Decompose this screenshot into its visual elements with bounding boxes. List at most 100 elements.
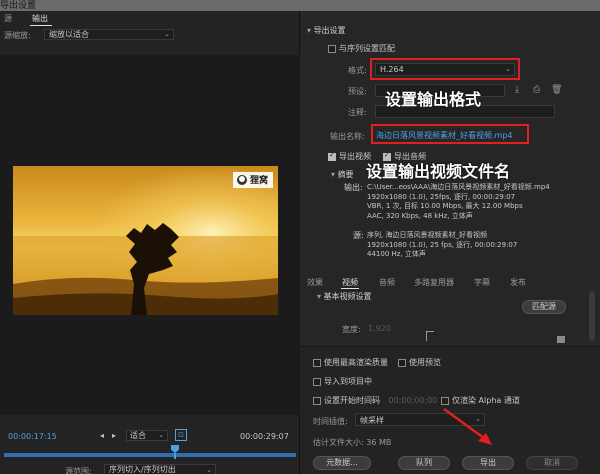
delete-preset-icon[interactable]: 🗑 (551, 85, 562, 95)
start-timecode-checkbox[interactable] (313, 396, 321, 405)
summary-source-line: 1920x1080 (1.0), 25 fps, 逐行, 00:00:29:07 (367, 240, 518, 249)
width-value[interactable]: 1,920 (368, 324, 391, 333)
match-sequence-row[interactable]: 与序列设置匹配 (328, 43, 395, 54)
watermark-text: 狸窝 (250, 176, 269, 186)
window-title: 导出设置 (0, 1, 37, 11)
format-label: 格式: (348, 66, 367, 75)
summary-output-line: 1920x1080 (1.0), 25fps, 逐行, 00:00:29:07 (367, 192, 516, 201)
source-scaling-label: 源缩放: (4, 31, 31, 40)
chevron-down-icon: ⌄ (505, 65, 511, 73)
render-alpha-checkbox[interactable] (441, 396, 449, 405)
save-preset-icon[interactable]: ⤓ (515, 85, 519, 95)
source-range-label: 源范围: (65, 467, 92, 474)
chevron-down-icon: ⌄ (206, 466, 212, 474)
tab-video[interactable]: 视频 (342, 277, 358, 288)
left-tabs: 源 输出 (0, 13, 300, 26)
tab-audio[interactable]: 音频 (379, 277, 395, 288)
import-project-checkbox[interactable] (313, 377, 321, 386)
preset-label: 预设: (348, 87, 367, 96)
cancel-button[interactable]: 取消 (526, 456, 578, 470)
aspect-link-bracket (426, 331, 434, 341)
summary-source-line: 44100 Hz, 立体声 (367, 250, 426, 258)
summary-output-line: AAC, 320 Kbps, 48 kHz, 立体声 (367, 211, 473, 220)
source-scaling-dropdown[interactable]: 缩放以适合 ⌄ (44, 29, 174, 40)
use-previews-checkbox[interactable] (398, 358, 406, 367)
start-timecode-label: 设置开始时间码 (324, 396, 380, 405)
start-timecode-value: 00;00;00;00 (388, 396, 438, 405)
current-timecode[interactable]: 00:00:17:15 (8, 432, 57, 441)
basic-video-title: 基本视频设置 (323, 292, 372, 301)
export-button[interactable]: 导出 (462, 456, 514, 470)
import-preset-icon[interactable]: ⎙ (533, 85, 540, 95)
time-interp-label: 时间插值: (313, 417, 348, 426)
timeline-track[interactable] (4, 453, 296, 457)
format-value: H.264 (380, 65, 404, 74)
constrain-checkbox[interactable] (557, 336, 565, 343)
output-name-label: 输出名称: (330, 132, 365, 141)
settings-tabs: 效果 视频 音频 多路复用器 字幕 发布 (301, 275, 600, 289)
max-render-label: 使用最高渲染质量 (324, 358, 388, 367)
use-previews-row[interactable]: 使用预览 (398, 357, 441, 368)
source-scaling-value: 缩放以适合 (49, 30, 89, 39)
collapse-icon: ▾ (331, 170, 336, 179)
chevron-down-icon: ⌄ (164, 30, 170, 38)
queue-button[interactable]: 队列 (398, 456, 450, 470)
summary-source-block: 序列, 海边日落风景视频素材_好看视频 1920x1080 (1.0), 25 … (367, 231, 517, 260)
playhead-line (174, 453, 176, 459)
max-render-row[interactable]: 使用最高渲染质量 (313, 357, 388, 368)
metadata-button[interactable]: 元数据... (313, 456, 371, 470)
summary-output-line: C:\User...eos\AAA\海边日落风景视频素材_好看视频.mp4 (367, 183, 550, 191)
window-titlebar: 导出设置 (0, 0, 600, 11)
mark-in-icon[interactable]: ◂ (100, 431, 104, 440)
basic-video-header[interactable]: ▾ 基本视频设置 (317, 291, 372, 302)
video-preview: 狸窝 (13, 166, 278, 315)
estimated-size: 估计文件大小: 36 MB (313, 438, 392, 447)
export-video-row[interactable]: 导出视频 (328, 151, 371, 162)
export-settings-title: 导出设置 (313, 26, 346, 35)
format-dropdown[interactable]: H.264 ⌄ (375, 63, 515, 76)
red-arrow-icon (443, 407, 492, 445)
fit-value: 适合 (130, 431, 146, 440)
tab-multiplexer[interactable]: 多路复用器 (414, 277, 454, 288)
import-project-label: 导入到项目中 (324, 377, 372, 386)
summary-title: 摘要 (337, 170, 354, 179)
end-timecode: 00:00:29:07 (240, 432, 289, 441)
source-range-value: 序列切入/序列切出 (109, 465, 176, 474)
tab-source[interactable]: 源 (4, 13, 12, 24)
use-previews-label: 使用预览 (409, 358, 441, 367)
filename-annotation: 设置输出视频文件名 (366, 162, 511, 181)
tab-publish[interactable]: 发布 (510, 277, 526, 288)
collapse-icon: ▾ (307, 26, 312, 35)
tab-output-indicator (30, 25, 52, 26)
summary-source-line: 序列, 海边日落风景视频素材_好看视频 (367, 231, 487, 239)
fit-dropdown[interactable]: 适合 ⌄ (126, 430, 168, 441)
tab-captions[interactable]: 字幕 (474, 277, 490, 288)
export-settings-header[interactable]: ▾ 导出设置 (307, 25, 346, 36)
chevron-down-icon: ⌄ (158, 431, 164, 439)
mark-out-icon[interactable]: ▸ (112, 431, 116, 440)
source-range-row: 源范围: 序列切入/序列切出 ⌄ (0, 464, 300, 474)
max-render-checkbox[interactable] (313, 358, 321, 367)
tab-output[interactable]: 输出 (32, 13, 48, 24)
source-scaling-row: 源缩放: 缩放以适合 ⌄ (4, 29, 174, 42)
output-name-link[interactable]: 海边日落风景视频素材_好看视频.mp4 (376, 130, 513, 141)
match-sequence-checkbox[interactable] (328, 44, 336, 53)
import-project-row[interactable]: 导入到项目中 (313, 376, 372, 387)
aspect-correction-icon[interactable]: ⊡ (175, 429, 187, 441)
playback-controls: 00:00:17:15 ◂ ▸ 适合 ⌄ ⊡ 00:00:29:07 (0, 426, 300, 446)
match-source-button[interactable]: 匹配源 (522, 300, 566, 314)
collapse-icon: ▾ (317, 292, 322, 301)
summary-header[interactable]: ▾ 摘要 (331, 169, 354, 180)
source-range-dropdown[interactable]: 序列切入/序列切出 ⌄ (104, 464, 216, 474)
match-sequence-label: 与序列设置匹配 (339, 44, 395, 53)
settings-scrollbar[interactable] (589, 291, 595, 341)
start-timecode-row[interactable]: 设置开始时间码 00;00;00;00 (313, 395, 437, 406)
export-video-checkbox[interactable] (328, 151, 336, 161)
sunset-image (13, 166, 278, 315)
tab-effects[interactable]: 效果 (307, 277, 323, 288)
playhead-handle[interactable] (171, 445, 179, 453)
left-pane: 源 输出 源缩放: 缩放以适合 ⌄ 狸窝 00:00:17:15 ◂ ▸ 适合 … (0, 11, 300, 474)
summary-output-line: VBR, 1 次, 目标 10.00 Mbps, 最大 12.00 Mbps (367, 202, 523, 210)
tab-video-indicator (341, 288, 359, 289)
timeline-scrubber[interactable] (4, 445, 296, 459)
